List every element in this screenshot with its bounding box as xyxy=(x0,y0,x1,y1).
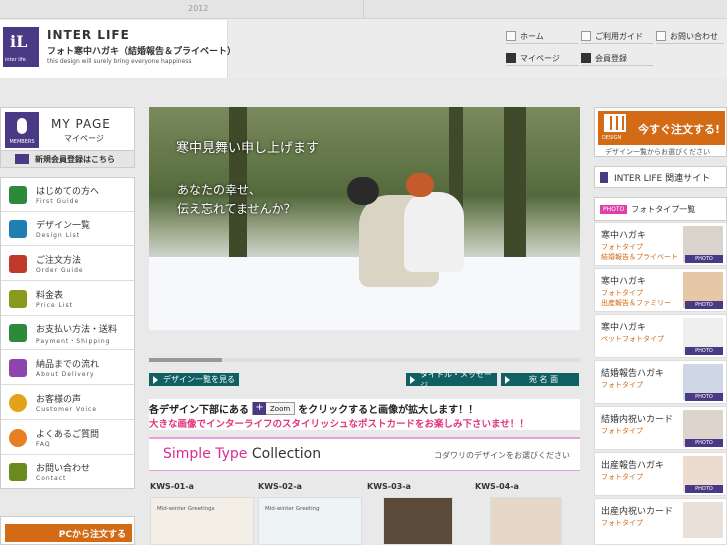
address-side-button[interactable]: 宛 名 面 xyxy=(501,373,579,386)
slider-progress[interactable] xyxy=(149,358,580,362)
nav-register[interactable]: 会員登録 xyxy=(581,51,627,65)
year-label: 2012 xyxy=(188,4,209,13)
guide-icon xyxy=(581,31,591,41)
home-icon xyxy=(506,31,516,41)
sidebar-item-faq[interactable]: よくあるご質問 FAQ xyxy=(1,421,134,455)
photo-type-list-link[interactable]: PHOTO フォトタイプ一覧 xyxy=(594,197,727,221)
photo-card[interactable]: 結婚内祝いカード フォトタイプ PHOTO xyxy=(594,406,727,450)
zoom-instructions: 各デザイン下部にある + Zoom をクリックすると画像が拡大します！！ 大きな画… xyxy=(149,399,580,430)
design-code: KWS-04-a xyxy=(475,482,519,491)
mypage-subtitle: マイページ xyxy=(64,134,104,143)
mypage-title: MY PAGE xyxy=(51,117,111,131)
hero-person xyxy=(404,192,464,272)
pencil-icon xyxy=(581,53,591,63)
mail-icon xyxy=(9,463,27,481)
nav-contact[interactable]: お問い合わせ xyxy=(656,29,718,43)
register-button[interactable]: 新規会員登録はこちら xyxy=(0,150,135,168)
payment-icon xyxy=(9,324,27,342)
design-thumbnail[interactable] xyxy=(383,497,453,545)
sidebar-nav: はじめての方へ First Guide デザイン一覧 Design List ご… xyxy=(0,177,135,489)
design-list-button[interactable]: デザイン一覧を見る xyxy=(149,373,239,386)
sidebar-item-design-list[interactable]: デザイン一覧 Design List xyxy=(1,212,134,246)
zoom-note: 大きな画像でインターライフのスタイリッシュなポストカードをお楽しみ下さいませ！！ xyxy=(149,419,529,430)
title-message-button[interactable]: タイトル・メッセージ xyxy=(406,370,497,390)
plus-icon: + xyxy=(253,402,266,415)
arrow-right-icon xyxy=(410,375,415,384)
sidebar-item-delivery[interactable]: 納品までの流れ About Delivery xyxy=(1,351,134,385)
design-thumbnail[interactable]: Mid-winter Greeting xyxy=(258,497,362,545)
grid-icon xyxy=(604,114,626,132)
nav-home[interactable]: ホーム xyxy=(506,29,544,43)
logo-small-text: inter life xyxy=(5,57,26,63)
logo-letters: iL xyxy=(10,32,28,51)
divider xyxy=(363,0,364,19)
design-code: KWS-01-a xyxy=(150,482,194,491)
sidebar-item-payment[interactable]: お支払い方法・送料 Payment・Shipping xyxy=(1,316,134,350)
order-now-label: 今すぐ注文する! xyxy=(638,123,721,136)
logo-mark[interactable]: iL inter life xyxy=(3,27,39,67)
arrow-icon xyxy=(600,171,608,183)
hero-banner: 寒中見舞い申し上げます あなたの幸せ、 伝え忘れてませんか？ xyxy=(149,107,580,330)
order-now-subtext: デザイン一覧からお選びください xyxy=(605,148,710,156)
mail-icon xyxy=(656,31,666,41)
arrow-right-icon xyxy=(505,375,510,384)
collection-note: コダワリのデザインをお選びください xyxy=(434,451,570,460)
card-icon xyxy=(15,154,29,164)
arrow-right-icon xyxy=(153,375,158,384)
photo-card[interactable]: 寒中ハガキ ペットフォトタイプ PHOTO xyxy=(594,314,727,358)
nav-guide[interactable]: ご利用ガイド xyxy=(581,29,643,43)
photo-card[interactable]: 結婚報告ハガキ フォトタイプ PHOTO xyxy=(594,360,727,404)
photo-tag: PHOTO xyxy=(600,204,628,214)
grid-icon xyxy=(9,220,27,238)
members-badge: MEMBERS xyxy=(5,112,39,148)
pc-order-button[interactable]: PCから注文する xyxy=(0,516,135,545)
microphone-icon xyxy=(17,118,27,134)
photo-thumbnail xyxy=(683,502,723,538)
yen-icon xyxy=(9,290,27,308)
site-tagline: this design will surely bring everyone h… xyxy=(47,58,192,65)
collection-title: Simple Type Collection xyxy=(163,446,322,462)
zoom-button[interactable]: + Zoom xyxy=(252,402,296,415)
calendar-icon xyxy=(9,359,27,377)
sidebar-item-price-list[interactable]: 料金表 Price List xyxy=(1,282,134,316)
sidebar-item-voice[interactable]: お客様の声 Customer Voice xyxy=(1,386,134,420)
photo-card[interactable]: 出産内祝いカード フォトタイプ xyxy=(594,498,727,545)
photo-card[interactable]: 寒中ハガキ フォトタイプ 出産報告＆ファミリー PHOTO xyxy=(594,268,727,312)
collection-header: Simple Type Collection コダワリのデザインをお選びください xyxy=(149,437,580,471)
site-subtitle: フォト寒中ハガキ（結婚報告＆プライベート） xyxy=(47,47,237,57)
hero-headline: 寒中見舞い申し上げます xyxy=(176,141,320,156)
photo-card[interactable]: 寒中ハガキ フォトタイプ 結婚報告＆プライベート PHOTO xyxy=(594,222,727,266)
beginner-icon xyxy=(9,186,27,204)
user-icon xyxy=(506,53,516,63)
order-icon xyxy=(9,255,27,273)
top-strip: 2012 xyxy=(0,0,727,19)
site-title[interactable]: INTER LIFE xyxy=(47,28,130,42)
related-sites-link[interactable]: INTER LIFE 関連サイト xyxy=(594,166,727,188)
order-now-button[interactable]: DESIGN 今すぐ注文する! デザイン一覧からお選びください xyxy=(594,107,727,157)
sidebar-item-first-guide[interactable]: はじめての方へ First Guide xyxy=(1,178,134,212)
slider-fill xyxy=(149,358,223,362)
design-code: KWS-03-a xyxy=(367,482,411,491)
photo-card[interactable]: 出産報告ハガキ フォトタイプ PHOTO xyxy=(594,452,727,496)
hero-message: あなたの幸せ、 伝え忘れてませんか？ xyxy=(177,183,296,216)
question-icon xyxy=(9,429,27,447)
pc-order-label: PCから注文する xyxy=(5,524,132,542)
design-code: KWS-02-a xyxy=(258,482,302,491)
design-thumbnail[interactable]: Mid-winter Greetings xyxy=(150,497,254,545)
sidebar-item-contact[interactable]: お問い合わせ Contact xyxy=(1,455,134,489)
design-thumbnail[interactable] xyxy=(490,497,562,545)
sidebar-item-order-guide[interactable]: ご注文方法 Order Guide xyxy=(1,247,134,281)
speech-icon xyxy=(9,394,27,412)
nav-mypage[interactable]: マイページ xyxy=(506,51,560,65)
